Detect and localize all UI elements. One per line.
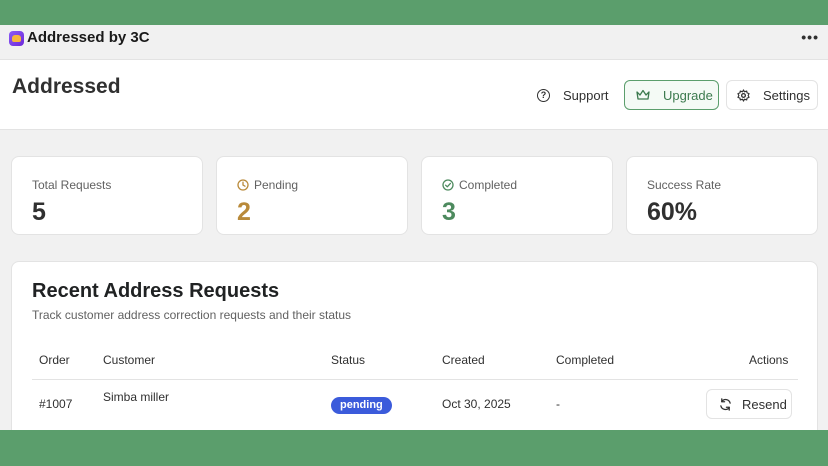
resend-button[interactable]: Resend: [706, 389, 792, 419]
column-header-created: Created: [442, 353, 485, 367]
stat-card-completed: Completed 3: [421, 156, 613, 235]
crown-icon: [636, 89, 650, 100]
settings-button[interactable]: Settings: [726, 80, 818, 110]
page-title: Addressed: [12, 75, 121, 98]
recent-requests-panel: Recent Address Requests Track customer a…: [11, 261, 818, 430]
upgrade-button[interactable]: Upgrade: [624, 80, 719, 110]
refresh-icon: [720, 397, 731, 411]
column-header-customer: Customer: [103, 353, 156, 367]
stat-label: Total Requests: [32, 178, 111, 192]
column-header-status: Status: [331, 353, 366, 367]
stat-card-pending: Pending 2: [216, 156, 408, 235]
column-header-actions: Actions: [749, 353, 789, 367]
cell-customer: Simba miller: [103, 390, 170, 404]
table-divider: [32, 379, 798, 380]
gear-icon: [737, 88, 750, 102]
stat-label-text: Pending: [254, 178, 299, 192]
help-circle-icon: ?: [537, 88, 550, 102]
stat-label: Completed: [442, 178, 517, 192]
stat-value: 3: [442, 198, 456, 226]
column-header-completed: Completed: [556, 353, 615, 367]
app-titlebar: Addressed by 3C •••: [0, 25, 828, 60]
stat-card-total-requests: Total Requests 5: [11, 156, 203, 235]
stat-label-text: Completed: [459, 178, 518, 192]
cell-order: #1007: [39, 397, 73, 411]
column-header-order: Order: [39, 353, 70, 367]
settings-button-label: Settings: [763, 87, 810, 103]
clock-icon: [237, 179, 249, 191]
cell-completed: -: [556, 397, 560, 411]
support-button[interactable]: ? Support: [537, 81, 609, 109]
stat-label: Success Rate: [647, 178, 721, 192]
status-badge: pending: [331, 397, 392, 414]
more-horizontal-icon[interactable]: •••: [801, 29, 819, 45]
upgrade-button-label: Upgrade: [663, 87, 713, 103]
app-window: Addressed by 3C ••• Addressed ? Support …: [0, 25, 828, 430]
stat-card-success-rate: Success Rate 60%: [626, 156, 818, 235]
panel-subtitle: Track customer address correction reques…: [32, 308, 352, 322]
app-title: Addressed by 3C: [27, 29, 150, 46]
stat-label-text: Success Rate: [647, 178, 722, 192]
cell-created: Oct 30, 2025: [442, 397, 511, 411]
stat-label-text: Total Requests: [32, 178, 112, 192]
support-button-label: Support: [563, 87, 609, 103]
panel-title: Recent Address Requests: [32, 280, 280, 302]
stat-value: 2: [237, 198, 251, 226]
app-logo-icon: [9, 31, 24, 46]
stat-value: 5: [32, 198, 46, 226]
resend-button-label: Resend: [742, 396, 787, 412]
stat-label: Pending: [237, 178, 298, 192]
bottom-background-band: [0, 430, 828, 466]
stat-value: 60%: [647, 198, 698, 226]
check-circle-icon: [442, 179, 454, 191]
page-header: Addressed ? Support Upgrade Settings: [0, 60, 828, 130]
top-background-band: [0, 0, 828, 25]
